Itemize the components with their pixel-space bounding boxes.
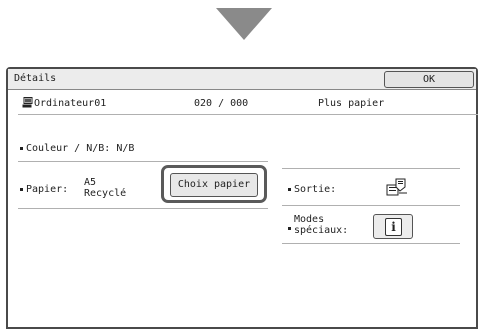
- special-modes-label-line2: spéciaux:: [294, 225, 349, 236]
- job-row: Ordinateur01 020 / 000 Plus papier: [22, 96, 476, 110]
- bullet: [20, 187, 23, 191]
- paper-label: Papier:: [26, 184, 69, 195]
- color-mode-line: Couleur / N/B: N/B: [20, 143, 134, 154]
- divider: [282, 205, 460, 206]
- page-title: Détails: [14, 73, 57, 84]
- title-bar: Détails OK: [8, 69, 476, 90]
- divider: [282, 168, 460, 169]
- ok-button[interactable]: OK: [384, 71, 474, 88]
- choice-button-highlight: Choix papier: [161, 165, 267, 203]
- output-label-line: Sortie:: [288, 184, 336, 195]
- job-status: Plus papier: [318, 98, 385, 109]
- color-mode-label: Couleur / N/B:: [26, 143, 111, 154]
- info-icon: i: [385, 218, 402, 236]
- bullet: [288, 227, 291, 230]
- output-label: Sortie:: [294, 184, 337, 195]
- down-arrow-icon: [216, 8, 272, 40]
- color-mode-value: N/B: [116, 143, 135, 154]
- divider: [18, 208, 268, 209]
- divider: [282, 243, 460, 244]
- paper-type: Recyclé: [84, 188, 127, 199]
- output-tray-icon: [386, 178, 407, 196]
- details-panel: Détails OK Ordinateur01 020 / 000 Plus p…: [6, 67, 478, 329]
- special-modes-label-line1: Modes: [294, 214, 325, 225]
- computer-icon: [22, 97, 33, 108]
- paper-label-line: Papier:: [20, 184, 68, 195]
- special-modes-label: Modes spéciaux:: [294, 214, 348, 236]
- bullet: [20, 146, 23, 150]
- special-modes-button[interactable]: i: [373, 214, 413, 239]
- job-name: Ordinateur01: [34, 98, 107, 109]
- divider: [18, 161, 268, 162]
- job-count: 020 / 000: [194, 98, 249, 109]
- divider: [18, 114, 478, 115]
- paper-size: A5: [84, 177, 97, 188]
- paper-choice-button[interactable]: Choix papier: [170, 173, 258, 197]
- bullet: [288, 187, 291, 191]
- paper-info: A5 Recyclé: [84, 177, 126, 199]
